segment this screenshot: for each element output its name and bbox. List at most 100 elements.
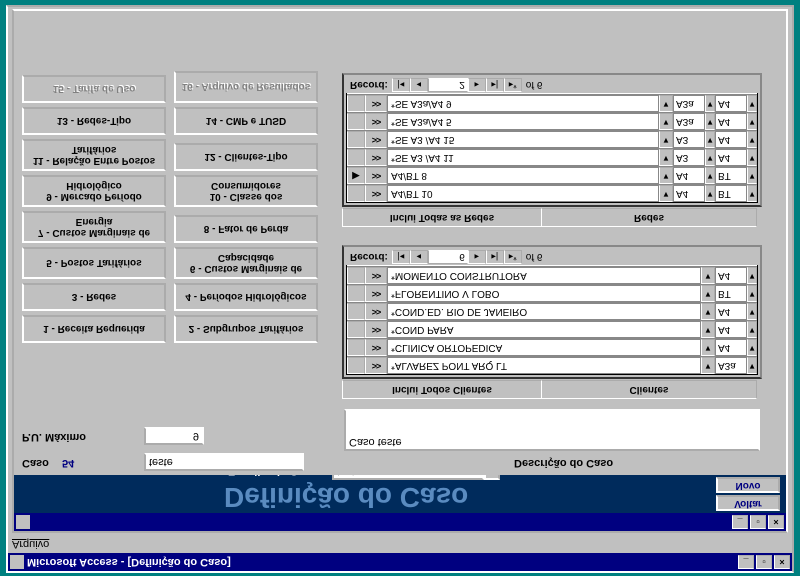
btn-7[interactable]: 7 - Custos Marginais de Energia [22,211,166,243]
nav-next[interactable]: ▸ [468,78,486,92]
cliente-code[interactable] [715,267,747,284]
btn-16[interactable]: 16 - Arquivo de Resultados [174,71,318,103]
row-selector[interactable] [347,149,365,166]
minimize-button[interactable]: _ [738,555,754,569]
pu-input[interactable] [144,427,204,445]
rede-name[interactable] [387,131,659,148]
btn-5[interactable]: 5 - Postos Tarifários [22,247,166,279]
btn-13[interactable]: 13 - Redes-Tipo [22,107,166,135]
chevron-down-icon[interactable]: ▼ [659,131,673,148]
chevron-down-icon[interactable]: ▼ [659,185,673,202]
btn-2[interactable]: 2 - Subgrupos Tarifários [174,315,318,343]
cliente-code[interactable] [715,321,747,338]
chevron-down-icon[interactable]: ▼ [705,167,715,184]
form-maximize[interactable]: ▫ [750,515,766,529]
btn-12[interactable]: 12 - Clientes-Tipo [174,143,318,171]
rede-name[interactable] [387,95,659,112]
expand-button[interactable]: >> [365,149,387,166]
cliente-name[interactable] [387,267,701,284]
nav-new[interactable]: ▸* [504,78,522,92]
cliente-code[interactable] [715,339,747,356]
expand-button[interactable]: >> [365,339,387,356]
tab-clientes[interactable]: Clientes [541,380,757,399]
btn-14[interactable]: 14 - CMP e TUSD [174,107,318,135]
btn-6[interactable]: 6 - Custos Marginais de Capacidade [174,247,318,279]
expand-button[interactable]: >> [365,321,387,338]
chevron-down-icon[interactable]: ▼ [747,149,757,166]
rede-name[interactable] [387,167,659,184]
row-selector[interactable] [347,185,365,202]
btn-8[interactable]: 8 - Fator de Perda [174,215,318,243]
row-selector[interactable] [347,339,365,356]
chevron-down-icon[interactable]: ▼ [701,321,715,338]
nav-first[interactable]: |◂ [392,250,410,264]
rede-name[interactable] [387,113,659,130]
expand-button[interactable]: >> [365,167,387,184]
chevron-down-icon[interactable]: ▼ [701,339,715,356]
expand-button[interactable]: >> [365,285,387,302]
chevron-down-icon[interactable]: ▼ [701,267,715,284]
nav-last[interactable]: ▸| [486,250,504,264]
tab-inclui-clientes[interactable]: Inclui Todos Clientes [342,380,542,399]
rec-pos[interactable] [428,78,468,92]
tab-inclui-redes[interactable]: Inclui Todas as Redes [342,208,542,227]
expand-button[interactable]: >> [365,95,387,112]
rede-name[interactable] [387,185,659,202]
rede-c2[interactable] [715,167,747,184]
cliente-name[interactable] [387,285,701,302]
chevron-down-icon[interactable]: ▼ [701,285,715,302]
chevron-down-icon[interactable]: ▼ [747,131,757,148]
row-selector[interactable] [347,321,365,338]
rede-name[interactable] [387,149,659,166]
desc-textarea[interactable]: Caso teste [344,409,760,451]
chevron-down-icon[interactable]: ▼ [747,357,757,374]
row-selector[interactable] [347,303,365,320]
nav-first[interactable]: |◂ [392,78,410,92]
chevron-down-icon[interactable]: ▼ [747,185,757,202]
btn-11[interactable]: 11 - Relação Entre Postos Tarifários [22,139,166,171]
expand-button[interactable]: >> [365,303,387,320]
chevron-down-icon[interactable]: ▼ [701,357,715,374]
close-button[interactable]: × [774,555,790,569]
tab-redes[interactable]: Redes [541,208,757,227]
form-minimize[interactable]: _ [732,515,748,529]
chevron-down-icon[interactable]: ▼ [705,113,715,130]
btn-4[interactable]: 4 - Períodos Hidrológicos [174,283,318,311]
rede-c2[interactable] [715,131,747,148]
chevron-down-icon[interactable]: ▼ [747,113,757,130]
chevron-down-icon[interactable]: ▼ [659,167,673,184]
nav-prev[interactable]: ◂ [410,78,428,92]
rede-c1[interactable] [673,185,705,202]
chevron-down-icon[interactable]: ▼ [747,339,757,356]
row-selector[interactable] [347,131,365,148]
form-close[interactable]: × [768,515,784,529]
cliente-code[interactable] [715,285,747,302]
row-selector[interactable]: ▶ [347,167,365,184]
rede-c1[interactable] [673,95,705,112]
cliente-code[interactable] [715,357,747,374]
chevron-down-icon[interactable]: ▼ [747,303,757,320]
row-selector[interactable] [347,95,365,112]
btn-10[interactable]: 10 - Classe dos Consumidores [174,175,318,207]
btn-1[interactable]: 1 - Receita Requerida [22,315,166,343]
btn-15[interactable]: 15 - Tarifa de Uso [22,75,166,103]
rede-c1[interactable] [673,149,705,166]
row-selector[interactable] [347,113,365,130]
expand-button[interactable]: >> [365,131,387,148]
chevron-down-icon[interactable]: ▼ [705,185,715,202]
voltar-button[interactable]: Voltar [716,495,780,511]
chevron-down-icon[interactable]: ▼ [705,95,715,112]
expand-button[interactable]: >> [365,113,387,130]
chevron-down-icon[interactable]: ▼ [747,95,757,112]
chevron-down-icon[interactable]: ▼ [659,149,673,166]
rede-c1[interactable] [673,167,705,184]
chevron-down-icon[interactable]: ▼ [659,95,673,112]
expand-button[interactable]: >> [365,357,387,374]
cliente-name[interactable] [387,303,701,320]
rede-c2[interactable] [715,149,747,166]
nav-last[interactable]: ▸| [486,78,504,92]
chevron-down-icon[interactable]: ▼ [659,113,673,130]
cliente-name[interactable] [387,339,701,356]
rec-pos[interactable] [428,250,468,264]
nav-prev[interactable]: ◂ [410,250,428,264]
